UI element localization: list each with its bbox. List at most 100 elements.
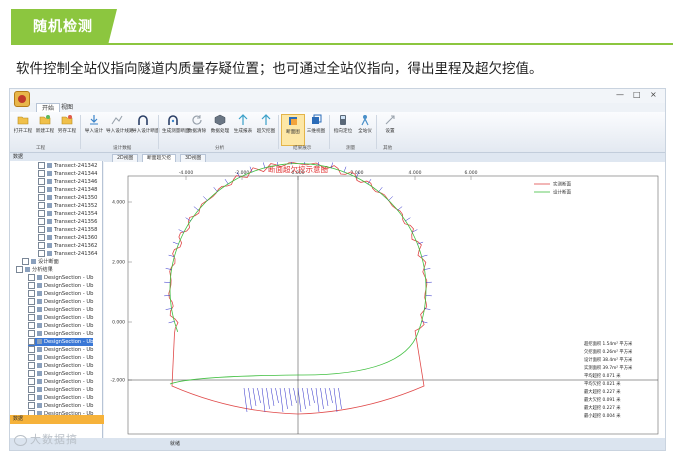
tree-item-transect[interactable]: Transect-241346 xyxy=(38,178,97,186)
tree-item-transect[interactable]: Transect-241362 xyxy=(38,242,97,250)
tree-item-transect[interactable]: Transect-241352 xyxy=(38,202,97,210)
checkbox[interactable] xyxy=(28,370,35,377)
checkbox[interactable] xyxy=(28,290,35,297)
close-button[interactable]: × xyxy=(650,90,657,99)
ribbon-label: 导入设计断面 xyxy=(132,129,160,134)
minimize-button[interactable]: — xyxy=(616,90,624,99)
checkbox[interactable] xyxy=(28,394,35,401)
tree-item-design-section[interactable]: DesignSection - Ub xyxy=(28,298,93,306)
status-text: 就绪 xyxy=(170,441,181,447)
checkbox[interactable] xyxy=(28,330,35,337)
x-tick-label: -4.000 xyxy=(179,170,194,176)
tree-item-design-section[interactable]: DesignSection - Ub xyxy=(28,330,93,338)
checkbox[interactable] xyxy=(38,226,45,233)
section-view-button[interactable]: 断面图 xyxy=(281,114,305,146)
checkbox[interactable] xyxy=(38,162,45,169)
checkbox[interactable] xyxy=(38,202,45,209)
checkbox[interactable] xyxy=(28,362,35,369)
wechat-icon xyxy=(14,434,27,446)
tree-item-transect[interactable]: Transect-241356 xyxy=(38,218,97,226)
tree-item-label: Transect-241350 xyxy=(54,195,98,201)
tree-item-transect[interactable]: Transect-241348 xyxy=(38,186,97,194)
open-project-button[interactable]: 打开工程 xyxy=(12,114,34,144)
maximize-button[interactable]: □ xyxy=(633,90,641,99)
tree-item-design-section[interactable]: DesignSection - Ub xyxy=(28,378,93,386)
checkbox[interactable] xyxy=(28,306,35,313)
checkbox[interactable] xyxy=(16,266,23,273)
tree-item-transect[interactable]: Transect-241358 xyxy=(38,226,97,234)
tree-item-design-section[interactable]: DesignSection - Ub xyxy=(28,346,93,354)
tree-item-label: Transect-241342 xyxy=(54,163,98,169)
checkbox[interactable] xyxy=(38,210,45,217)
tree-item-label: 设计断面 xyxy=(38,259,59,265)
checkbox[interactable] xyxy=(28,282,35,289)
import-section-button[interactable]: 导入设计断面 xyxy=(132,114,160,144)
tree-item-design-section[interactable]: DesignSection - Ub xyxy=(28,362,93,370)
tree-item-design-section[interactable]: DesignSection - Ub xyxy=(28,394,93,402)
checkbox[interactable] xyxy=(38,194,45,201)
checkbox[interactable] xyxy=(28,298,35,305)
stat-line: 最小超挖 0.004 米 xyxy=(584,412,621,419)
save-project-button[interactable]: 另存工程 xyxy=(56,114,78,144)
tree-item-design-section[interactable]: DesignSection - Ub xyxy=(28,370,93,378)
tree-item-transect[interactable]: Transect-241350 xyxy=(38,194,97,202)
app-logo-icon[interactable] xyxy=(14,91,30,107)
clear-data-button[interactable]: 数据清除 xyxy=(186,114,208,144)
report-button[interactable]: 生成报表 xyxy=(232,114,254,144)
overbreak-chart-button[interactable]: 超欠挖图 xyxy=(255,114,277,144)
tree-item-transect[interactable]: Transect-241354 xyxy=(38,210,97,218)
tree-item-design-section[interactable]: DesignSection - Ub xyxy=(28,306,93,314)
tree-item-design-section[interactable]: DesignSection - Ub xyxy=(28,386,93,394)
overbreak-chart[interactable]: -4.000 -2.000 0.000 2.000 4.000 6.0004.0002.0… xyxy=(104,158,665,438)
ribbon-separator xyxy=(80,115,81,149)
checkbox[interactable] xyxy=(28,378,35,385)
tree-item-transect[interactable]: Transect-241364 xyxy=(38,250,97,258)
tree-item-design-section[interactable]: DesignSection - Ub xyxy=(28,282,93,290)
tree-item-design-section[interactable]: DesignSection - Ub xyxy=(28,314,93,322)
locate-button[interactable]: 指向定位 xyxy=(332,114,354,144)
checkbox[interactable] xyxy=(38,218,45,225)
process-data-button[interactable]: 数据处理 xyxy=(209,114,231,144)
instrument-icon xyxy=(361,115,369,126)
new-project-button[interactable]: 新建工程 xyxy=(34,114,56,144)
checkbox[interactable] xyxy=(28,314,35,321)
tree-item-design-section[interactable]: DesignSection - Ub xyxy=(28,354,93,362)
total-station-button[interactable]: 全站仪 xyxy=(354,114,376,144)
checkbox[interactable] xyxy=(28,338,35,345)
checkbox[interactable] xyxy=(28,346,35,353)
checkbox[interactable] xyxy=(38,250,45,257)
checkbox[interactable] xyxy=(28,402,35,409)
ribbon-label: 断面图 xyxy=(286,130,300,135)
import-design-button[interactable]: 导入设计 xyxy=(83,114,105,144)
tree-panel-footer[interactable]: 数据 xyxy=(10,415,105,424)
tree-item-transect[interactable]: Transect-241342 xyxy=(38,162,97,170)
tree-item-design-section[interactable]: DesignSection - Ub xyxy=(28,290,93,298)
checkbox[interactable] xyxy=(22,258,29,265)
checkbox[interactable] xyxy=(38,170,45,177)
tree-item-transect[interactable]: Transect-241344 xyxy=(38,170,97,178)
file-icon xyxy=(37,331,42,336)
tree-item-design-section[interactable]: DesignSection - Ub xyxy=(28,338,94,346)
tree-item-label: DesignSection - Ub xyxy=(44,339,94,345)
generate-section-button[interactable]: 生成测量断面 xyxy=(162,114,190,144)
settings-button[interactable]: 设置 xyxy=(379,114,401,144)
tree-group-design[interactable]: 设计断面 xyxy=(22,258,59,266)
tree-item-design-section[interactable]: DesignSection - Ub xyxy=(28,402,93,410)
checkbox[interactable] xyxy=(38,178,45,185)
checkbox[interactable] xyxy=(28,274,35,281)
tree-group-analysis[interactable]: 分析结果 xyxy=(16,266,53,274)
checkbox[interactable] xyxy=(38,234,45,241)
import-route-button[interactable]: 导入设计线路 xyxy=(106,114,134,144)
tree-item-design-section[interactable]: DesignSection - Ub xyxy=(28,274,93,282)
checkbox[interactable] xyxy=(38,186,45,193)
checkbox[interactable] xyxy=(38,242,45,249)
tree-item-design-section[interactable]: DesignSection - Ub xyxy=(28,322,93,330)
checkbox[interactable] xyxy=(28,322,35,329)
checkbox[interactable] xyxy=(28,386,35,393)
checkbox[interactable] xyxy=(28,354,35,361)
view3d-button[interactable]: 三维视图 xyxy=(305,114,327,144)
tree-item-label: DesignSection - Ub xyxy=(44,307,94,313)
menu-tab-view[interactable]: 视图 xyxy=(56,103,78,112)
ribbon-label: 指向定位 xyxy=(333,129,353,134)
tree-item-transect[interactable]: Transect-241360 xyxy=(38,234,97,242)
